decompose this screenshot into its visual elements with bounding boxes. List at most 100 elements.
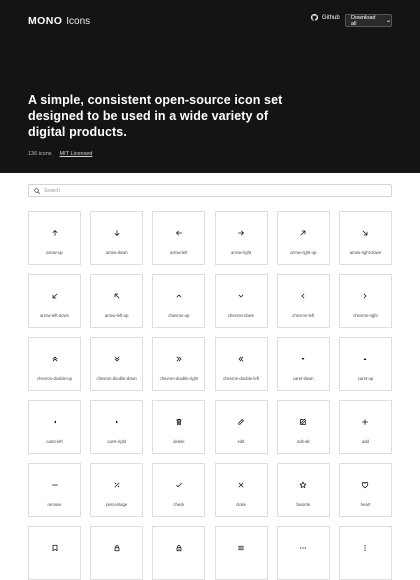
bookmark-icon xyxy=(51,544,59,552)
chevron-double-down-icon xyxy=(113,355,121,363)
chevron-left-icon xyxy=(299,292,307,300)
arrow-right-icon xyxy=(237,229,245,237)
icon-tile-arrow-right-down[interactable]: arrow-right-down xyxy=(338,211,392,265)
more-horizontal-icon xyxy=(299,544,307,552)
arrow-right-up-icon xyxy=(299,229,307,237)
icon-tile-label: remove xyxy=(47,502,62,507)
icon-tile-label: arrow-left xyxy=(170,250,188,255)
icon-tile-label: chevron-right xyxy=(353,313,378,318)
icon-tile-menu[interactable] xyxy=(214,526,268,580)
icon-tile-label: edit-alt xyxy=(296,439,310,444)
chevron-down-icon: ⌄ xyxy=(385,17,392,24)
icon-tile-bookmark[interactable] xyxy=(28,526,81,580)
icon-tile-chevron-right[interactable]: chevron-right xyxy=(338,274,392,328)
icon-tile-label: arrow-right-up xyxy=(290,250,317,255)
icon-tile-label: arrow-left-down xyxy=(40,313,69,318)
search-bar[interactable] xyxy=(28,184,392,197)
icon-tile-chevron-down[interactable]: chevron-down xyxy=(214,274,268,328)
icon-tile-lock[interactable] xyxy=(90,526,144,580)
icon-tile-delete[interactable]: delete xyxy=(152,400,206,454)
icon-tile-label: chevron-down xyxy=(227,313,255,318)
icon-tile-label: heart xyxy=(360,502,371,507)
icon-tile-label: caret-up xyxy=(357,376,374,381)
icon-tile-favorite[interactable]: favorite xyxy=(276,463,330,517)
chevron-double-left-icon xyxy=(237,355,245,363)
github-link[interactable]: Github xyxy=(311,14,340,21)
icon-tile-edit-alt[interactable]: edit-alt xyxy=(276,400,330,454)
chevron-double-right-icon xyxy=(175,355,183,363)
icon-tile-caret-right[interactable]: caret-right xyxy=(90,400,144,454)
icon-tile-label: add xyxy=(361,439,369,444)
icon-tile-chevron-double-right[interactable]: chevron-double-right xyxy=(152,337,206,391)
icon-tile-add[interactable]: add xyxy=(338,400,392,454)
icon-tile-caret-left[interactable]: caret-left xyxy=(28,400,81,454)
icon-tile-edit[interactable]: edit xyxy=(214,400,268,454)
icon-tile-label: caret-down xyxy=(292,376,314,381)
icon-tile-label: chevron-up xyxy=(168,313,190,318)
arrow-right-down-icon xyxy=(361,229,369,237)
icon-tile-label: arrow-left-up xyxy=(104,313,129,318)
icon-tile-arrow-left-up[interactable]: arrow-left-up xyxy=(90,274,144,328)
icon-tile-close[interactable]: close xyxy=(214,463,268,517)
arrow-up-icon xyxy=(51,229,59,237)
icon-tile-label: percentage xyxy=(106,502,128,507)
icon-tile-remove[interactable]: remove xyxy=(28,463,81,517)
icon-tile-check[interactable]: check xyxy=(152,463,206,517)
icon-tile-chevron-double-left[interactable]: chevron-double-left xyxy=(214,337,268,391)
arrow-left-up-icon xyxy=(113,292,121,300)
icon-tile-label: delete xyxy=(173,439,185,444)
search-input[interactable] xyxy=(44,187,374,194)
icon-tile-chevron-up[interactable]: chevron-up xyxy=(152,274,206,328)
icon-tile-chevron-double-down[interactable]: chevron-double-down xyxy=(90,337,144,391)
icon-tile-arrow-down[interactable]: arrow-down xyxy=(90,211,144,265)
icon-tile-label: edit xyxy=(237,439,245,444)
download-label: Download all xyxy=(351,14,376,27)
icon-tile-more-vertical[interactable] xyxy=(338,526,392,580)
lock-icon xyxy=(113,544,121,552)
favorite-icon xyxy=(299,481,307,489)
caret-up-icon xyxy=(361,355,369,363)
hero-section: MONO Icons Github Download all ⌄ A simpl… xyxy=(0,0,420,173)
icon-tile-heart[interactable]: heart xyxy=(338,463,392,517)
icon-tile-label: chevron-double-right xyxy=(159,376,199,381)
icon-tile-percentage[interactable]: percentage xyxy=(90,463,144,517)
icon-tile-lock-alt[interactable] xyxy=(152,526,206,580)
icon-tile-chevron-left[interactable]: chevron-left xyxy=(276,274,330,328)
icon-tile-label: arrow-right xyxy=(231,250,252,255)
icon-tile-arrow-left[interactable]: arrow-left xyxy=(152,211,206,265)
chevron-down-icon xyxy=(237,292,245,300)
license-link[interactable]: MIT Licensed xyxy=(60,151,93,157)
close-icon xyxy=(237,481,245,489)
arrow-left-down-icon xyxy=(51,292,59,300)
logo-mark: MONO xyxy=(28,15,63,27)
icon-tile-label: chevron-double-down xyxy=(96,376,137,381)
caret-left-icon xyxy=(51,418,59,426)
icon-tile-label: arrow-right-down xyxy=(349,250,382,255)
icon-count: 136 icons xyxy=(28,151,52,157)
lock-alt-icon xyxy=(175,544,183,552)
github-label: Github xyxy=(322,14,340,21)
logo[interactable]: MONO Icons xyxy=(28,15,90,27)
icon-tile-arrow-right-up[interactable]: arrow-right-up xyxy=(276,211,330,265)
icon-tile-arrow-up[interactable]: arrow-up xyxy=(28,211,81,265)
icon-tile-caret-down[interactable]: caret-down xyxy=(276,337,330,391)
icon-tile-arrow-left-down[interactable]: arrow-left-down xyxy=(28,274,81,328)
caret-right-icon xyxy=(113,418,121,426)
icon-tile-label: chevron-left xyxy=(292,313,315,318)
download-all-button[interactable]: Download all ⌄ xyxy=(345,14,392,27)
icon-tile-chevron-double-up[interactable]: chevron-double-up xyxy=(28,337,81,391)
icon-tile-arrow-right[interactable]: arrow-right xyxy=(214,211,268,265)
check-icon xyxy=(175,481,183,489)
more-vertical-icon xyxy=(361,544,369,552)
icon-tile-label: check xyxy=(173,502,185,507)
icon-tile-more-horizontal[interactable] xyxy=(276,526,330,580)
icon-tile-label: arrow-down xyxy=(105,250,128,255)
icon-tile-label: favorite xyxy=(296,502,311,507)
arrow-left-icon xyxy=(175,229,183,237)
icon-tile-caret-up[interactable]: caret-up xyxy=(338,337,392,391)
github-icon xyxy=(311,14,318,21)
hero-meta: 136 icons MIT Licensed xyxy=(28,151,92,157)
hero-headline: A simple, consistent open-source icon se… xyxy=(28,93,283,139)
remove-icon xyxy=(51,481,59,489)
icon-tile-label: chevron-double-up xyxy=(37,376,72,381)
